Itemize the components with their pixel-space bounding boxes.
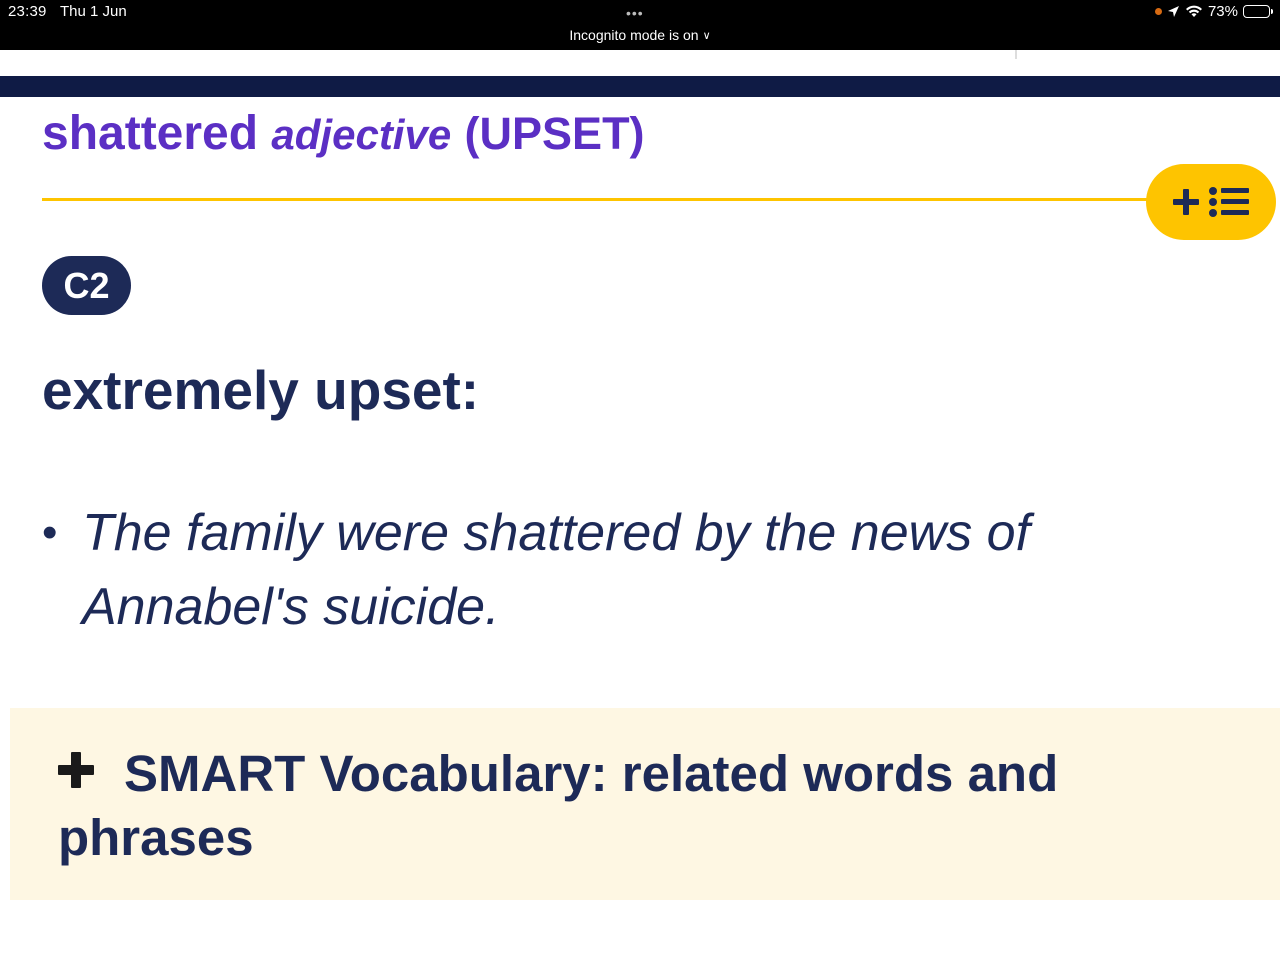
bullet-icon: • — [42, 508, 58, 557]
cefr-level-badge[interactable]: C2 — [42, 256, 131, 315]
recording-dot-icon — [1154, 8, 1162, 15]
list-icon — [1209, 186, 1249, 218]
headword-text: shattered — [42, 107, 259, 160]
example-sentence: • The family were shattered by the news … — [42, 496, 1162, 644]
guideword: (UPSET) — [464, 108, 645, 159]
incognito-indicator[interactable]: Incognito mode is on ∨ — [0, 27, 1280, 43]
wifi-icon — [1185, 5, 1202, 17]
chevron-down-icon: ∨ — [702, 30, 711, 42]
entry-headword: shattered adjective (UPSET) — [42, 106, 645, 161]
heading-divider — [42, 198, 1202, 201]
part-of-speech: adjective — [271, 111, 452, 158]
smart-vocabulary-link[interactable]: SMART Vocabulary: related words and phra… — [58, 742, 1218, 870]
battery-icon — [1243, 5, 1273, 18]
multitasking-dots-icon[interactable]: ••• — [626, 5, 644, 21]
screen: 23:39 Thu 1 Jun ••• Incognito mode is on… — [0, 0, 1280, 960]
incognito-label: Incognito mode is on — [569, 27, 699, 43]
status-date: Thu 1 Jun — [60, 3, 127, 20]
example-text: The family were shattered by the news of… — [82, 504, 1031, 636]
scroll-indicator — [1015, 50, 1017, 59]
plus-icon — [1173, 189, 1199, 215]
battery-percent: 73% — [1207, 3, 1238, 20]
definition-text: extremely upset: — [42, 359, 480, 421]
status-right: 73% — [1154, 3, 1273, 20]
status-bar: 23:39 Thu 1 Jun ••• Incognito mode is on… — [0, 0, 1280, 50]
location-arrow-icon — [1167, 6, 1179, 17]
status-time: 23:39 — [8, 3, 47, 20]
add-to-word-list-button[interactable] — [1146, 164, 1276, 240]
site-header-bar — [0, 76, 1280, 97]
